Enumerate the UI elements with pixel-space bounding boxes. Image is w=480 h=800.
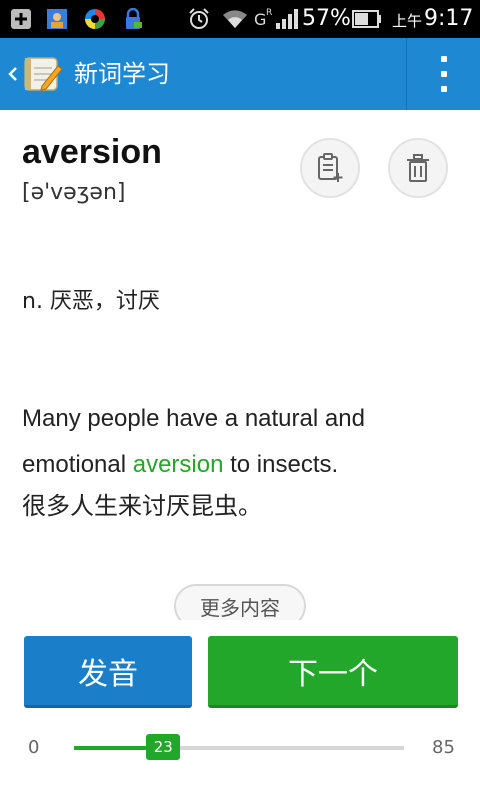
lock-phone-icon (120, 7, 146, 31)
pronounce-button[interactable]: 发音 (24, 636, 192, 708)
progress-thumb[interactable]: 23 (146, 734, 181, 760)
app-bar: 新词学习 (0, 38, 480, 110)
word-title: aversion (22, 133, 162, 171)
word-definition: n. 厌恶，讨厌 (22, 289, 160, 314)
clock: 上午 9:17 (392, 6, 473, 32)
signal-icon: G R (254, 7, 298, 31)
notebook-pencil-icon[interactable] (22, 54, 64, 94)
status-bar: G R 57% 上午 9:17 (0, 0, 480, 38)
progress-max: 85 (432, 737, 455, 758)
progress-min: 0 (28, 737, 40, 758)
add-note-button[interactable] (300, 138, 360, 198)
back-button[interactable] (6, 60, 20, 88)
bottom-controls: 发音 下一个 0 23 85 (0, 620, 480, 800)
clock-time: 9:17 (424, 6, 474, 31)
word-phonetic: [ə'vəʒən] (22, 180, 126, 205)
next-button[interactable]: 下一个 (208, 636, 458, 708)
app-circle-icon (82, 7, 108, 31)
example-translation: 很多人生来讨厌昆虫。 (22, 492, 262, 520)
next-label: 下一个 (288, 656, 378, 692)
battery-percent: 57% (302, 6, 351, 31)
pronounce-label: 发音 (78, 656, 138, 692)
add-note-icon (318, 153, 343, 182)
example-sentence: Many people have a natural and emotional… (22, 396, 462, 488)
trash-icon (407, 154, 429, 182)
example-after: to insects. (223, 451, 339, 478)
clock-ampm: 上午 (392, 12, 423, 30)
app-title: 新词学习 (74, 60, 170, 88)
progress-slider[interactable]: 23 (74, 734, 404, 760)
roaming-label: R (266, 8, 272, 18)
alarm-icon (186, 7, 212, 31)
app-bar-divider (406, 38, 407, 110)
network-label: G (254, 10, 266, 29)
chevron-left-icon (8, 67, 17, 81)
overflow-menu-icon[interactable] (430, 56, 458, 92)
more-content-label: 更多内容 (200, 595, 280, 620)
delete-button[interactable] (388, 138, 448, 198)
battery-icon (352, 10, 382, 28)
contacts-icon (44, 7, 70, 31)
notification-plus-icon (8, 7, 34, 31)
example-highlight: aversion (132, 451, 224, 478)
wifi-icon (220, 7, 250, 31)
